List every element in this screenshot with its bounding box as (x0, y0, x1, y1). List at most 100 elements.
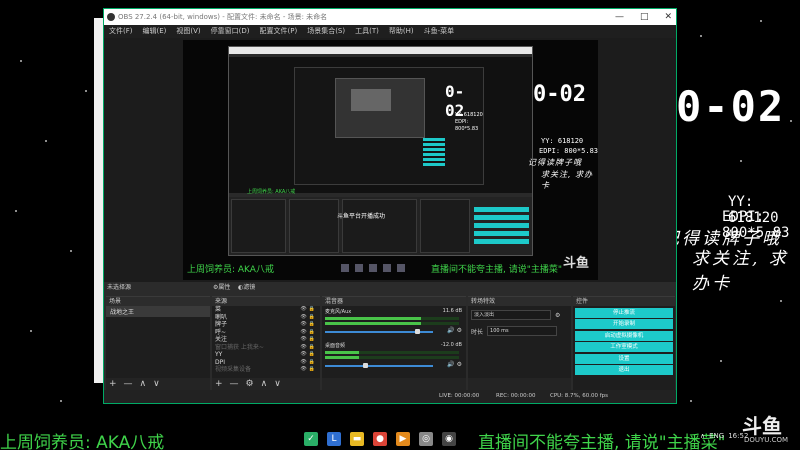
source-item[interactable]: 牌子 👁🔒 (212, 321, 320, 329)
mute-speaker-icon[interactable]: 🔊 ⚙ (447, 327, 462, 334)
source-item[interactable]: 视频采集设备 👁🔒 (212, 366, 320, 374)
visibility-lock-icons[interactable]: 👁🔒 (300, 359, 317, 367)
add-scene-button[interactable]: + (109, 379, 117, 389)
remove-source-button[interactable]: — (230, 379, 239, 389)
nested-green-text: 上周饲养员: AKA八戒 (229, 188, 532, 195)
star (790, 120, 792, 122)
add-source-button[interactable]: + (215, 379, 223, 389)
preview-canvas[interactable]: 0-02 YY: 618120 EDPI: 800*5.83 上周饲养员: AK… (183, 40, 598, 280)
media-icon[interactable]: ▶ (396, 432, 410, 446)
source-item[interactable]: 呼~ 👁🔒 (212, 329, 320, 337)
overlay-bottom-left: 上周饲养员: AKA八戒 (0, 433, 165, 450)
visibility-lock-icons[interactable]: 👁🔒 (300, 329, 317, 337)
visibility-lock-icons[interactable]: 👁🔒 (300, 351, 317, 359)
transitions-title: 转场特效 (468, 297, 571, 306)
menu-douyu[interactable]: 斗鱼-菜单 (424, 25, 455, 38)
visibility-lock-icons[interactable]: 👁🔒 (300, 344, 317, 352)
menu-edit[interactable]: 编辑(E) (143, 25, 167, 38)
minimize-button[interactable]: — (615, 9, 624, 25)
preview-taskbar-icon (383, 264, 391, 272)
browser-icon[interactable]: ◎ (419, 432, 433, 446)
start-recording-button[interactable]: 开始录制 (575, 319, 673, 329)
close-button[interactable]: ✕ (664, 9, 672, 25)
star (740, 160, 742, 162)
source-item[interactable]: 窗口捕获 上我来~ 👁🔒 (212, 344, 320, 352)
preview-yy: YY: 618120 (541, 137, 584, 145)
visibility-lock-icons[interactable]: 👁🔒 (300, 366, 317, 374)
menu-profile[interactable]: 配置文件(P) (260, 25, 298, 38)
visibility-lock-icons[interactable]: 👁🔒 (300, 306, 317, 314)
scene-item[interactable]: 战地之王 (106, 306, 210, 317)
menu-scene-collection[interactable]: 场景集合(S) (307, 25, 345, 38)
visibility-lock-icons[interactable]: 👁🔒 (300, 321, 317, 329)
studio-mode-button[interactable]: 工作室模式 (575, 342, 673, 352)
status-bar: LIVE: 00:00:00 REC: 00:00:00 CPU: 8.7%, … (104, 390, 676, 403)
scene-down-button[interactable]: ∨ (153, 379, 160, 389)
menu-docks[interactable]: 停靠窗口(D) (211, 25, 250, 38)
volume-meter (325, 317, 459, 320)
source-item[interactable]: 喇叭 👁🔒 (212, 314, 320, 322)
source-label: 菜 (215, 306, 222, 313)
douyu-logo: 斗鱼 (742, 414, 782, 438)
volume-meter (325, 356, 459, 359)
preview-douyu-logo: 斗鱼 (563, 256, 590, 271)
visibility-lock-icons[interactable]: 👁🔒 (300, 314, 317, 322)
visibility-lock-icons[interactable]: 👁🔒 (300, 336, 317, 344)
source-settings-button[interactable]: ⚙ (246, 379, 254, 389)
lenovo-icon[interactable]: L (327, 432, 341, 446)
controls-dock: 控件 停止推流 开始录制 启动虚拟摄像机 工作室模式 设置 退出 (573, 296, 675, 390)
scenes-footer: + — ∧ ∨ (106, 378, 210, 390)
star (85, 90, 87, 92)
preview-big-code: 0-02 (533, 82, 586, 107)
nested-preview: 0-02 YY: 618120 EDPI: 800*5.83 (229, 57, 532, 193)
menu-file[interactable]: 文件(F) (109, 25, 133, 38)
duration-input[interactable]: 100 ms (487, 326, 558, 336)
obs-app-icon (107, 13, 115, 21)
maximize-button[interactable]: □ (640, 9, 649, 25)
rec-status: REC: 00:00:00 (496, 393, 536, 399)
nested-control-button (474, 223, 529, 228)
source-item[interactable]: 菜 👁🔒 (212, 306, 320, 314)
chrome-icon[interactable]: ● (373, 432, 387, 446)
scene-up-button[interactable]: ∧ (140, 379, 147, 389)
properties-button[interactable]: ⚙属性 (213, 282, 230, 294)
source-down-button[interactable]: ∨ (274, 379, 281, 389)
source-item[interactable]: DPI 👁🔒 (212, 359, 320, 367)
preview-edpi: EDPI: 800*5.83 (539, 147, 598, 155)
start-virtual-camera-button[interactable]: 启动虚拟摄像机 (575, 330, 673, 341)
menu-help[interactable]: 帮助(H) (389, 25, 414, 38)
obs-window: OBS 27.2.4 (64-bit, windows) - 配置文件: 未命名… (103, 8, 677, 404)
obs-icon[interactable]: ◉ (442, 432, 456, 446)
menu-tools[interactable]: 工具(T) (355, 25, 379, 38)
language-indicator[interactable]: ENG (709, 432, 724, 440)
source-up-button[interactable]: ∧ (261, 379, 268, 389)
nested-scenes-dock (231, 199, 286, 253)
volume-slider[interactable] (325, 365, 433, 367)
filters-button[interactable]: ◐滤镜 (238, 282, 255, 294)
gear-icon[interactable]: ⚙ (555, 312, 560, 319)
star (30, 330, 32, 332)
mixer-title: 混音器 (322, 297, 466, 306)
menu-view[interactable]: 视图(V) (176, 25, 200, 38)
source-item[interactable]: YY 👁🔒 (212, 351, 320, 359)
nested-docks (229, 197, 532, 255)
volume-slider-handle[interactable] (414, 329, 420, 334)
wechat-icon[interactable]: ✓ (304, 432, 318, 446)
transition-type-select[interactable]: 淡入淡出 (471, 310, 551, 320)
star (760, 20, 762, 22)
no-source-selected-label: 未选择源 (107, 284, 132, 291)
source-item[interactable]: 关注 👁🔒 (212, 336, 320, 344)
obs-titlebar[interactable]: OBS 27.2.4 (64-bit, windows) - 配置文件: 未命名… (104, 9, 676, 25)
preview-taskbar (341, 264, 405, 272)
nested-notification: 斗鱼平台开播成功 (337, 213, 386, 220)
volume-slider-handle[interactable] (362, 363, 368, 368)
stop-streaming-button[interactable]: 停止推流 (575, 307, 673, 318)
scenes-dock: 场景 战地之王 + — ∧ ∨ (106, 296, 210, 390)
tray-expand-icon[interactable]: ∧ (700, 432, 705, 440)
settings-button[interactable]: 设置 (575, 353, 673, 364)
remove-scene-button[interactable]: — (124, 379, 133, 389)
preview-area: 0-02 YY: 618120 EDPI: 800*5.83 上周饲养员: AK… (104, 38, 676, 282)
folder-icon[interactable]: ▬ (350, 432, 364, 446)
exit-button[interactable]: 退出 (575, 365, 673, 375)
mute-speaker-icon[interactable]: 🔊 ⚙ (447, 361, 462, 368)
